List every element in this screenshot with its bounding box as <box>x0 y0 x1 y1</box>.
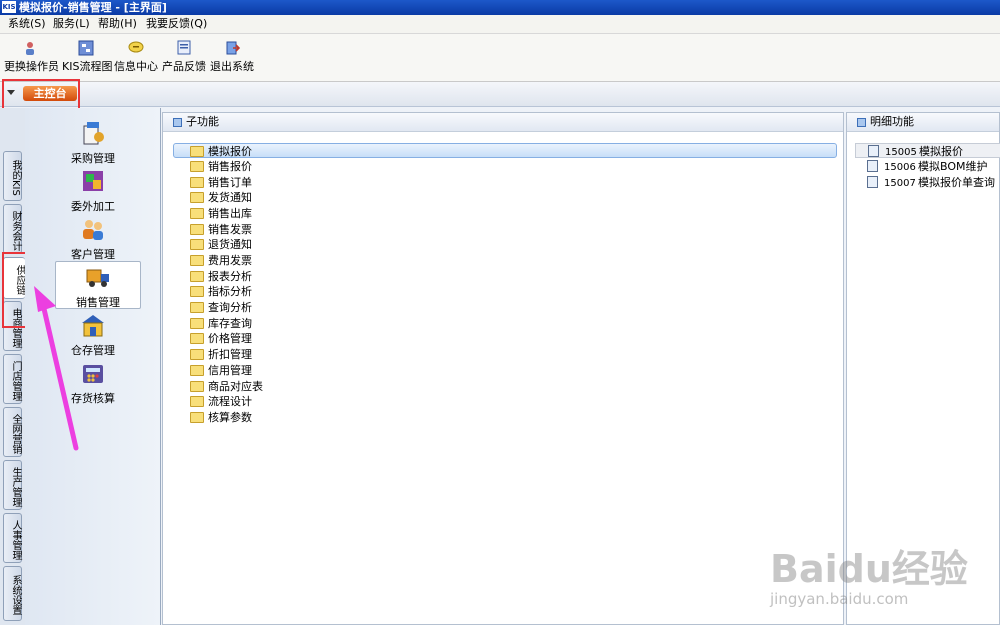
product-feedback-button[interactable]: 产品反馈 <box>162 38 206 78</box>
subfunction-item-selected[interactable]: 模拟报价 <box>173 143 837 158</box>
document-icon <box>867 176 878 188</box>
subfunction-item[interactable]: 报表分析 <box>190 269 252 284</box>
exit-system-button[interactable]: 退出系统 <box>210 38 254 78</box>
folder-icon <box>190 191 204 203</box>
module-customer[interactable]: 客户管理 <box>63 216 123 262</box>
feedback-icon <box>177 40 191 55</box>
vtab-hr[interactable]: 人事管理 <box>3 513 22 563</box>
info-center-button[interactable]: 信息中心 <box>114 38 158 78</box>
console-tab-row: 主控台 <box>0 82 1000 107</box>
folder-icon <box>190 160 204 172</box>
subfunction-item[interactable]: 发货通知 <box>190 190 252 205</box>
vtab-production[interactable]: 生产管理 <box>3 460 22 510</box>
subfunction-item[interactable]: 核算参数 <box>190 410 252 425</box>
window-title: 模拟报价-销售管理 - [主界面] <box>19 1 167 14</box>
title-bar: KIS 模拟报价-销售管理 - [主界面] <box>0 0 1000 15</box>
folder-icon <box>190 301 204 313</box>
menu-help[interactable]: 帮助(H) <box>98 15 137 33</box>
purchase-icon <box>83 122 104 145</box>
subfunction-item[interactable]: 费用发票 <box>190 253 252 268</box>
exit-icon <box>226 41 240 55</box>
folder-icon <box>190 348 204 360</box>
vtab-finance[interactable]: 财务会计 <box>3 204 22 254</box>
kis-logo-icon: KIS <box>2 1 16 13</box>
folder-icon <box>190 364 204 376</box>
toolbar: 更换操作员 KIS流程图 信息中心 产品反馈 退出系统 <box>0 33 1000 82</box>
subfunction-panel: 子功能 模拟报价 销售报价 销售订单 发货通知 销售出库 销售发票 退货通知 费… <box>162 112 844 625</box>
subfunction-item[interactable]: 库存查询 <box>190 316 252 331</box>
menu-service[interactable]: 服务(L) <box>53 15 90 33</box>
switch-operator-button[interactable]: 更换操作员 <box>4 38 59 78</box>
customer-icon <box>83 220 103 240</box>
folder-icon <box>190 411 204 423</box>
document-icon <box>868 145 879 157</box>
detail-item-selected[interactable]: 15005 模拟报价 <box>855 143 1000 158</box>
subfunction-item[interactable]: 销售报价 <box>190 159 252 174</box>
subfunction-item[interactable]: 流程设计 <box>190 394 252 409</box>
menu-system[interactable]: 系统(S) <box>8 15 46 33</box>
panel-marker-icon <box>173 118 182 127</box>
subfunction-item[interactable]: 价格管理 <box>190 331 252 346</box>
subfunction-item[interactable]: 查询分析 <box>190 300 252 315</box>
user-switch-icon <box>26 42 34 55</box>
panel-marker-icon <box>857 118 866 127</box>
subfunction-item[interactable]: 销售订单 <box>190 175 252 190</box>
folder-icon <box>190 254 204 266</box>
kis-flowchart-button[interactable]: KIS流程图 <box>62 38 112 78</box>
module-outsourcing[interactable]: 委外加工 <box>63 168 123 214</box>
subfunction-item[interactable]: 指标分析 <box>190 284 252 299</box>
flowchart-icon <box>78 40 94 56</box>
module-purchase[interactable]: 采购管理 <box>63 120 123 166</box>
folder-icon <box>190 395 204 407</box>
vtab-system-settings[interactable]: 系统设置 <box>3 566 22 621</box>
folder-icon <box>190 223 204 235</box>
subfunction-item[interactable]: 销售发票 <box>190 222 252 237</box>
folder-icon <box>190 270 204 282</box>
folder-icon <box>190 238 204 250</box>
folder-icon <box>190 380 204 392</box>
folder-icon <box>190 317 204 329</box>
message-icon <box>128 41 144 53</box>
annotation-arrow-icon <box>34 286 79 451</box>
subfunction-item[interactable]: 销售出库 <box>190 206 252 221</box>
document-icon <box>867 160 878 172</box>
baidu-watermark: Baidu经验 jingyan.baidu.com <box>770 547 968 608</box>
subfunction-item[interactable]: 退货通知 <box>190 237 252 252</box>
folder-icon <box>190 332 204 344</box>
subfunction-item[interactable]: 商品对应表 <box>190 379 263 394</box>
detail-item[interactable]: 15006 模拟BOM维护 <box>855 159 1000 174</box>
subfunction-item[interactable]: 折扣管理 <box>190 347 252 362</box>
detail-header: 明细功能 <box>847 113 999 132</box>
outsourcing-icon <box>83 171 103 191</box>
subfunction-item[interactable]: 信用管理 <box>190 363 252 378</box>
menu-bar: 系统(S) 服务(L) 帮助(H) 我要反馈(Q) <box>0 15 1000 33</box>
folder-icon <box>190 145 204 157</box>
vtab-my-kis[interactable]: 我的KIS <box>3 151 22 201</box>
folder-icon <box>190 285 204 297</box>
menu-feedback[interactable]: 我要反馈(Q) <box>146 15 207 33</box>
folder-icon <box>190 176 204 188</box>
subfunction-header: 子功能 <box>163 113 843 132</box>
detail-item[interactable]: 15007 模拟报价单查询 <box>855 175 1000 190</box>
folder-icon <box>190 207 204 219</box>
